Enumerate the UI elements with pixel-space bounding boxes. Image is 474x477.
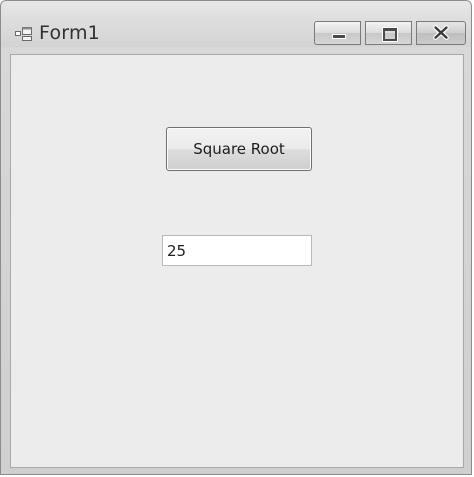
minimize-icon — [332, 34, 346, 39]
minimize-button[interactable] — [314, 21, 361, 45]
maximize-icon — [383, 28, 397, 41]
window-title: Form1 — [39, 22, 100, 44]
number-input[interactable] — [162, 235, 312, 266]
form-icon — [15, 27, 32, 41]
close-icon — [433, 25, 449, 40]
title-bar[interactable]: Form1 — [1, 1, 471, 47]
form-client-area: Square Root — [10, 54, 464, 468]
square-root-button[interactable]: Square Root — [166, 127, 312, 171]
close-button[interactable] — [416, 21, 466, 45]
app-window: Form1 Square Root — [0, 0, 472, 475]
maximize-button[interactable] — [365, 21, 412, 45]
